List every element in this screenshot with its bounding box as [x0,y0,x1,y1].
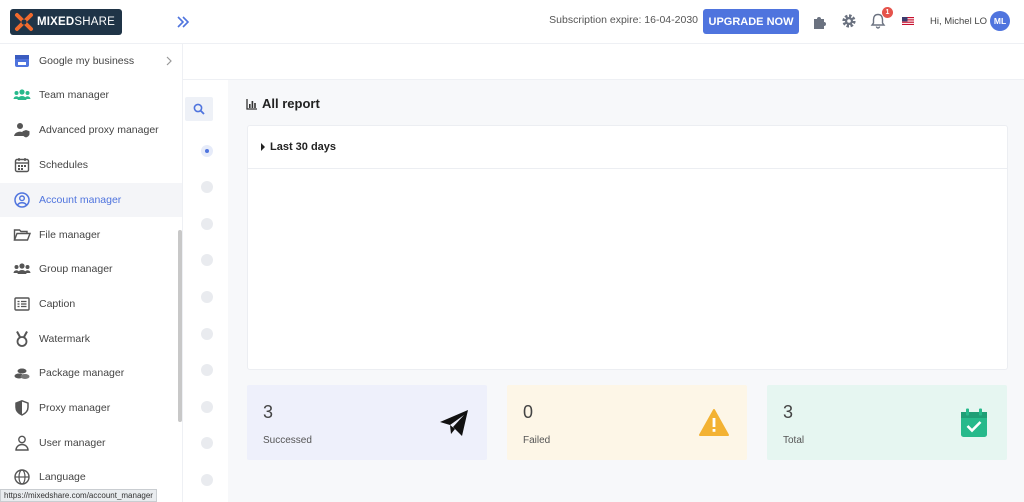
caption-icon [14,297,30,311]
sidebar-item-proxy-manager[interactable]: Proxy manager [0,391,182,425]
medal-icon [16,331,28,347]
sidebar-scrollbar[interactable] [178,230,182,422]
sidebar-item-team-manager[interactable]: Team manager [0,78,182,112]
rail-item[interactable] [201,437,213,449]
store-icon [15,55,29,67]
sidebar-item-file-manager[interactable]: File manager [0,218,182,252]
sidebar-item-account-manager[interactable]: Account manager [0,183,182,217]
main-content: All report Last 30 days 3 Successed 0 Fa… [228,80,1024,502]
team-icon [13,89,31,100]
sidebar-item-label: Group manager [39,263,113,275]
stat-card-total: 3 Total [767,385,1007,460]
us-flag-icon[interactable] [902,17,914,25]
stat-value: 0 [523,402,534,422]
account-rail [183,80,228,502]
sidebar-item-schedules[interactable]: Schedules [0,148,182,182]
rail-item-active[interactable] [201,145,213,157]
folder-open-icon [13,229,31,241]
notification-badge: 1 [882,7,893,18]
paper-plane-icon [440,410,468,436]
secondary-toolbar [183,44,1024,80]
coins-icon [14,368,30,379]
subscription-expire-text: Subscription expire: 16-04-2030 [549,14,698,26]
report-panel: Last 30 days [247,125,1008,370]
sidebar-item-label: Caption [39,298,76,310]
sidebar-item-label: Team manager [39,89,110,101]
top-header: MIXEDSHARE Subscription expire: 16-04-20… [0,0,1024,44]
caret-right-icon [261,143,265,151]
search-icon [193,103,205,115]
page-title-text: All report [262,96,320,111]
app-window: MIXEDSHARE Subscription expire: 16-04-20… [0,0,1024,502]
rail-item[interactable] [201,291,213,303]
user-circle-icon [14,192,30,208]
sidebar-item-package-manager[interactable]: Package manager [0,356,182,390]
bar-chart-icon [246,98,257,110]
user-icon [15,435,29,451]
sidebar: Google my business Team manager Advanced… [0,44,183,502]
users-icon [13,263,31,274]
stat-label: Successed [263,435,312,446]
calendar-icon [14,158,30,173]
sidebar-item-label: Advanced proxy manager [39,124,159,136]
rail-item[interactable] [201,181,213,193]
rail-item[interactable] [201,364,213,376]
gear-icon[interactable] [840,12,858,30]
sidebar-item-advanced-proxy-manager[interactable]: Advanced proxy manager [0,113,182,147]
stat-card-failed: 0 Failed [507,385,747,460]
status-bar-url: https://mixedshare.com/account_manager [0,489,157,502]
logo-mark-icon [15,13,33,31]
sidebar-item-caption[interactable]: Caption [0,287,182,321]
page-title: All report [246,96,320,111]
stat-value: 3 [783,402,794,422]
warning-icon [699,409,729,436]
user-shield-icon [14,123,30,138]
rail-item[interactable] [201,254,213,266]
rail-item[interactable] [201,218,213,230]
stat-label: Failed [523,435,551,446]
sidebar-item-label: Schedules [39,159,89,171]
sidebar-item-label: Watermark [39,333,90,345]
sidebar-item-user-manager[interactable]: User manager [0,426,182,460]
rail-item[interactable] [201,401,213,413]
sidebar-item-label: Google my business [39,55,135,67]
upgrade-now-button[interactable]: UPGRADE NOW [703,9,799,34]
sidebar-item-group-manager[interactable]: Group manager [0,252,182,286]
globe-icon [14,469,30,485]
sidebar-item-label: Proxy manager [39,402,111,414]
sidebar-item-label: User manager [39,437,106,449]
sidebar-item-label: Account manager [39,194,122,206]
sidebar-item-google-my-business[interactable]: Google my business [0,44,182,78]
stat-card-successed: 3 Successed [247,385,487,460]
date-range-label: Last 30 days [270,141,337,153]
search-button[interactable] [185,97,213,121]
sidebar-item-watermark[interactable]: Watermark [0,322,182,356]
avatar[interactable]: ML [990,11,1010,31]
stat-value: 3 [263,402,274,422]
user-greeting[interactable]: Hi, Michel LO [930,16,987,27]
sidebar-item-label: File manager [39,229,101,241]
rail-item[interactable] [201,328,213,340]
date-range-toggle[interactable]: Last 30 days [248,126,1007,169]
puzzle-icon[interactable] [811,12,829,30]
brand-name: MIXEDSHARE [37,16,116,28]
sidebar-item-label: Package manager [39,367,125,379]
shield-icon [15,399,29,416]
stat-label: Total [783,435,805,446]
chevron-right-icon [166,56,172,66]
collapse-sidebar-icon[interactable] [174,13,192,31]
sidebar-item-label: Language [39,471,86,483]
brand-logo[interactable]: MIXEDSHARE [10,9,122,35]
calendar-check-icon [961,408,987,437]
rail-item[interactable] [201,474,213,486]
